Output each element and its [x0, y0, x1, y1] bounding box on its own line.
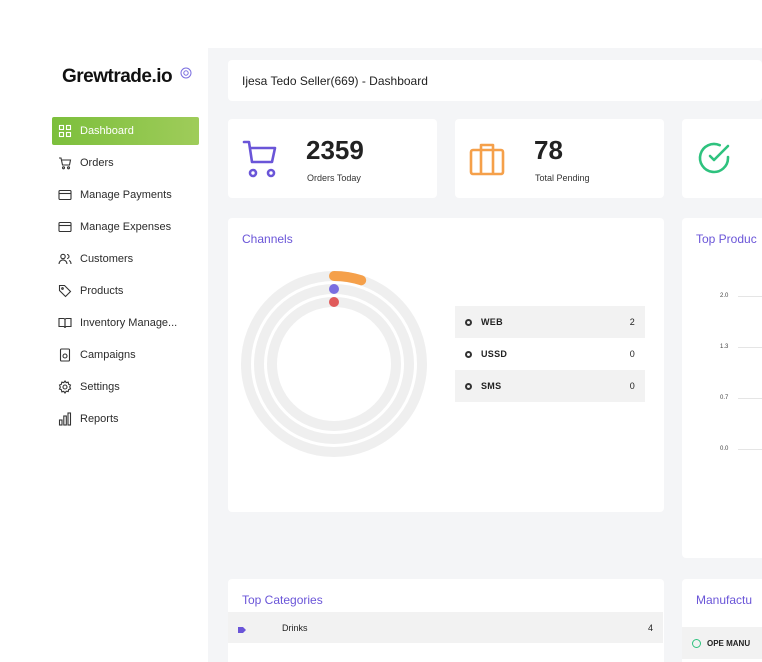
cart-icon — [242, 138, 278, 185]
users-icon — [58, 252, 72, 266]
legend-value: 0 — [629, 381, 635, 391]
legend-value: 2 — [629, 317, 635, 327]
legend-label: SMS — [481, 381, 502, 391]
gridline — [738, 296, 762, 297]
sidebar-item-label: Reports — [80, 413, 119, 425]
sidebar-item-label: Manage Expenses — [80, 221, 172, 233]
sidebar-item-campaigns[interactable]: Campaigns — [52, 341, 199, 369]
y-tick-label: 1.3 — [720, 344, 729, 350]
legend-row-ussd[interactable]: USSD 0 — [455, 338, 645, 370]
category-count: 4 — [647, 622, 653, 633]
channels-card: Channels WEB 2 USSD 0 SMS 0 — [228, 218, 664, 512]
book-icon — [58, 316, 72, 330]
sidebar-item-manage-payments[interactable]: Manage Payments — [52, 181, 199, 209]
stat-value: 78 — [534, 135, 563, 165]
list-item[interactable]: OPE MANU — [682, 627, 762, 659]
sidebar-item-settings[interactable]: Settings — [52, 373, 199, 401]
stat-value: 2359 — [306, 135, 364, 165]
manufacturers-title: Manufactu — [696, 593, 753, 607]
channels-legend: WEB 2 USSD 0 SMS 0 — [455, 306, 645, 402]
bar-chart-icon — [58, 412, 72, 426]
stat-card-orders-today: 2359 Orders Today — [228, 119, 437, 198]
campaign-icon — [58, 348, 72, 362]
briefcase-icon — [469, 142, 505, 181]
gridline — [738, 398, 762, 399]
card-icon — [58, 188, 72, 202]
sidebar: Grewtrade.io Dashboard Orders Manage Pay… — [52, 48, 208, 662]
table-row[interactable]: Drinks 4 — [228, 612, 663, 643]
sidebar-item-products[interactable]: Products — [52, 277, 199, 305]
stat-label: Orders Today — [307, 173, 361, 183]
top-products-card: Top Produc 2.0 1.3 0.7 0.0 — [682, 218, 762, 558]
logo: Grewtrade.io — [62, 66, 173, 87]
cart-icon — [58, 156, 72, 170]
sidebar-item-customers[interactable]: Customers — [52, 245, 199, 273]
stat-card-total-pending: 78 Total Pending — [455, 119, 664, 198]
tag-icon — [238, 625, 246, 633]
radial-track — [254, 284, 414, 444]
legend-dot — [465, 350, 472, 358]
sidebar-item-label: Orders — [80, 157, 114, 169]
sidebar-item-dashboard[interactable]: Dashboard — [52, 117, 199, 145]
legend-dot — [465, 382, 472, 390]
legend-dot — [465, 318, 472, 326]
manufacturers-card: Manufactu OPE MANU — [682, 579, 762, 662]
legend-row-sms[interactable]: SMS 0 — [455, 370, 645, 402]
sidebar-nav: Dashboard Orders Manage Payments Manage … — [52, 117, 208, 437]
page-title: Ijesa Tedo Seller(669) - Dashboard — [242, 73, 428, 88]
top-products-title: Top Produc — [696, 232, 757, 246]
sidebar-item-label: Dashboard — [80, 125, 134, 137]
check-circle-icon — [696, 140, 732, 181]
status-circle-icon — [692, 638, 701, 648]
y-tick-label: 0.7 — [720, 395, 729, 401]
top-categories-title: Top Categories — [242, 593, 323, 607]
sidebar-item-label: Manage Payments — [80, 189, 172, 201]
gridline — [738, 347, 762, 348]
stat-label: Total Pending — [535, 173, 590, 183]
radial-track — [267, 297, 401, 431]
sidebar-item-inventory[interactable]: Inventory Manage... — [52, 309, 199, 337]
page-header: Ijesa Tedo Seller(669) - Dashboard — [228, 60, 762, 101]
gridline — [738, 449, 762, 450]
stat-card-completed — [682, 119, 762, 198]
sidebar-item-reports[interactable]: Reports — [52, 405, 199, 433]
sidebar-item-label: Products — [80, 285, 124, 297]
tag-icon — [58, 284, 72, 298]
card-icon — [58, 220, 72, 234]
legend-value: 0 — [629, 349, 635, 359]
legend-row-web[interactable]: WEB 2 — [455, 306, 645, 338]
legend-label: WEB — [481, 317, 503, 327]
sidebar-item-manage-expenses[interactable]: Manage Expenses — [52, 213, 199, 241]
sidebar-item-orders[interactable]: Orders — [52, 149, 199, 177]
sidebar-item-label: Settings — [80, 381, 120, 393]
y-tick-label: 2.0 — [720, 293, 729, 299]
target-icon[interactable] — [180, 66, 192, 79]
category-name: Drinks — [282, 622, 308, 633]
gear-icon — [58, 380, 72, 394]
legend-label: USSD — [481, 349, 508, 359]
manufacturer-name: OPE MANU — [707, 638, 751, 648]
sidebar-item-label: Campaigns — [80, 349, 136, 361]
channels-radial-chart — [241, 271, 427, 457]
top-categories-card: Top Categories Drinks 4 — [228, 579, 664, 662]
grid-icon — [58, 124, 72, 138]
sidebar-item-label: Customers — [80, 253, 134, 265]
sidebar-item-label: Inventory Manage... — [80, 317, 178, 329]
channels-title: Channels — [242, 232, 293, 246]
y-tick-label: 0.0 — [720, 446, 729, 452]
